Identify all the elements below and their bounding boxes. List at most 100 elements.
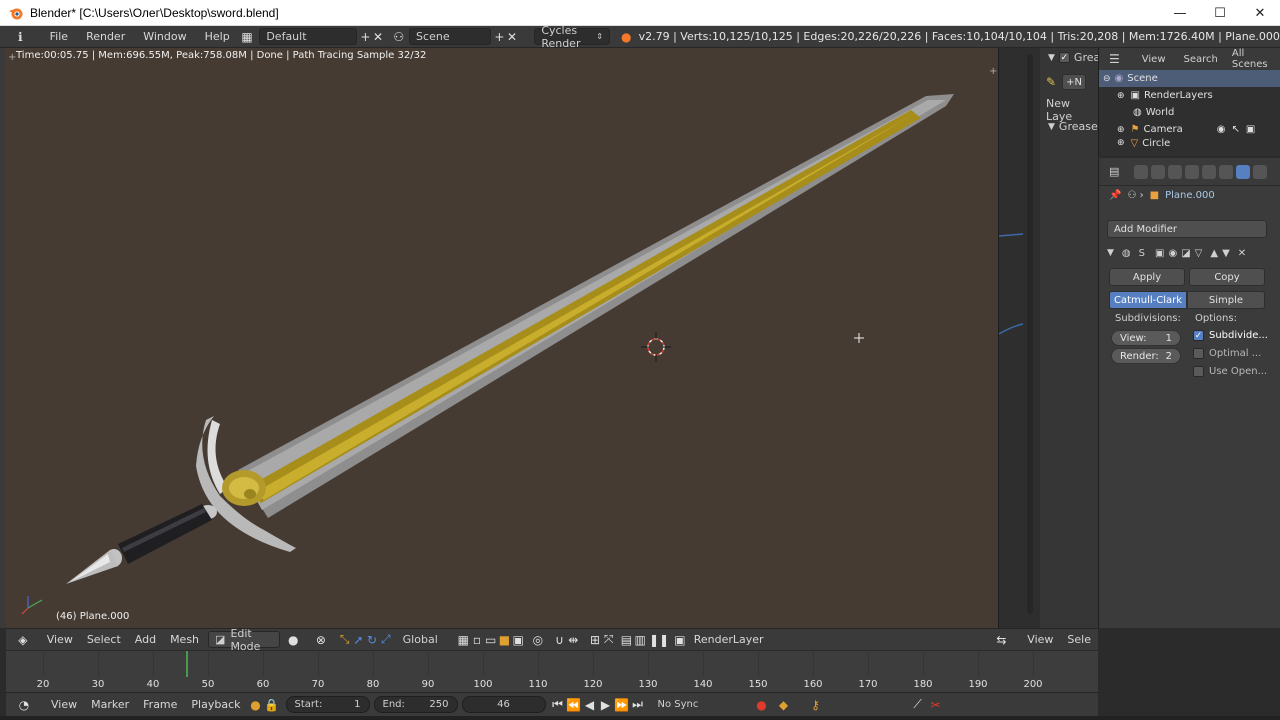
orientation-select[interactable]: Global — [396, 631, 447, 648]
outliner-item-renderlayers[interactable]: ⊕ ▣ RenderLayers — [1099, 87, 1280, 104]
vertical-scrollbar[interactable] — [1027, 54, 1033, 614]
3d-viewport[interactable]: Time:00:05.75 | Mem:696.55M, Peak:758.08… — [6, 48, 998, 628]
timeline-editor-icon[interactable]: ◔ — [16, 697, 32, 713]
snap-element-icon[interactable]: ⇹ — [566, 632, 580, 648]
menu-mesh[interactable]: Mesh — [163, 633, 206, 646]
pivot-point-icon[interactable]: ⊗ — [314, 632, 328, 648]
layers-icon[interactable]: ▦ — [456, 632, 470, 648]
render-engine-select[interactable]: Cycles Render ⇕ — [534, 24, 610, 50]
remove-modifier-icon[interactable]: ✕ — [1238, 248, 1246, 259]
edge-select-icon[interactable]: ▭ — [484, 632, 498, 648]
pencil-icon[interactable]: ✎ — [1046, 75, 1056, 89]
sync-mode-select[interactable]: No Sync — [649, 696, 740, 713]
expand-icon[interactable]: ⊕ — [1117, 138, 1125, 147]
jump-prev-keyframe-icon[interactable]: ⏪ — [566, 697, 582, 713]
clear-tool-icon[interactable]: ✂ — [928, 697, 944, 713]
render-tab-icon[interactable] — [1134, 164, 1149, 179]
menu-render[interactable]: Render — [77, 30, 134, 43]
data-tab-icon[interactable] — [1253, 164, 1268, 179]
jump-end-icon[interactable]: ⏭ — [630, 697, 646, 713]
record-icon[interactable]: ● — [754, 697, 770, 713]
info-editor-icon[interactable]: ℹ — [14, 29, 27, 45]
collapse-arrow-icon[interactable]: ▼ — [1048, 53, 1055, 63]
scene-icon[interactable]: ⚇ — [392, 29, 405, 45]
outliner-editor-icon[interactable]: ☰ — [1109, 52, 1120, 66]
grease-checkbox[interactable]: ✓ — [1058, 52, 1070, 63]
close-window-button[interactable]: ✕ — [1240, 0, 1280, 26]
viewport-shading-icon[interactable]: ● — [286, 632, 300, 648]
new-grease-button[interactable]: + N — [1062, 74, 1087, 90]
menu-window[interactable]: Window — [134, 30, 195, 43]
menu-view-right[interactable]: View — [1020, 633, 1060, 646]
timeline[interactable]: 20 30 40 50 60 70 80 90 100 110 120 130 140 150 160 170… — [6, 650, 1098, 692]
apply-button[interactable]: Apply — [1109, 268, 1185, 286]
menu-select[interactable]: Select — [80, 633, 128, 646]
catmull-clark-button[interactable]: Catmull-Clark — [1109, 291, 1187, 309]
scene-field[interactable]: Scene — [409, 28, 492, 45]
manipulator-icon[interactable]: ⤡ — [338, 632, 352, 648]
menu-add[interactable]: Add — [128, 633, 163, 646]
constraints-tab-icon[interactable] — [1219, 164, 1234, 179]
current-frame-field[interactable]: 46 — [461, 696, 546, 713]
face-select-icon[interactable]: ■ — [498, 632, 512, 648]
optimal-display-checkbox[interactable] — [1193, 348, 1204, 359]
add-screen-icon[interactable]: + — [359, 29, 372, 45]
lock-icon[interactable]: 🔒 — [264, 697, 280, 713]
modifier-name[interactable]: S — [1139, 248, 1145, 259]
pause-render-icon[interactable]: ❚❚ — [649, 632, 669, 648]
play-reverse-icon[interactable]: ◀ — [582, 697, 598, 713]
menu-help[interactable]: Help — [196, 30, 239, 43]
outliner-view-menu[interactable]: View — [1142, 54, 1166, 65]
add-modifier-button[interactable]: Add Modifier — [1107, 220, 1267, 238]
remove-screen-icon[interactable]: ✕ — [372, 29, 385, 45]
move-down-icon[interactable]: ▼ — [1222, 248, 1230, 259]
insert-keyframe-icon[interactable]: ⚷ — [808, 697, 824, 713]
grid-snap-icon[interactable]: ⊞ — [588, 632, 602, 648]
menu-file[interactable]: File — [41, 30, 77, 43]
preview-range-icon[interactable]: ● — [248, 697, 264, 713]
editor-type-icon[interactable]: ⇆ — [995, 632, 1009, 648]
snap-icon[interactable]: ∪ — [553, 632, 567, 648]
screen-layout-field[interactable]: Default — [259, 28, 358, 45]
jump-next-keyframe-icon[interactable]: ⏩ — [614, 697, 630, 713]
editmode-toggle-icon[interactable]: ◪ — [1181, 248, 1190, 259]
menu-marker[interactable]: Marker — [84, 698, 136, 711]
outliner-scope-select[interactable]: All Scenes — [1232, 48, 1280, 70]
render-layers-tab-icon[interactable] — [1151, 164, 1166, 179]
render-levels-field[interactable]: Render: 2 — [1111, 348, 1181, 364]
minimize-button[interactable]: — — [1160, 0, 1200, 26]
outliner-item-circle[interactable]: ⊕ ▽ Circle — [1099, 138, 1280, 147]
render-preview-icon[interactable]: ▤ — [620, 632, 634, 648]
scale-icon[interactable]: ⤢ — [379, 632, 393, 648]
expand-icon[interactable]: ⊖ — [1103, 74, 1111, 84]
modifiers-tab-icon[interactable] — [1236, 164, 1251, 179]
menu-select-right[interactable]: Sele — [1060, 633, 1098, 646]
world-tab-icon[interactable] — [1185, 164, 1200, 179]
brush-tool-icon[interactable]: ⟋ — [910, 697, 926, 713]
add-scene-icon[interactable]: + — [493, 29, 506, 45]
maximize-button[interactable]: ☐ — [1200, 0, 1240, 26]
visibility-eye-icon[interactable]: ◉ — [1217, 124, 1226, 135]
vertex-select-icon[interactable]: ▫ — [470, 632, 484, 648]
copy-button[interactable]: Copy — [1189, 268, 1265, 286]
outliner-item-scene[interactable]: ⊖ ◉ Scene — [1099, 70, 1280, 87]
play-icon[interactable]: ▶ — [598, 697, 614, 713]
rotate-icon[interactable]: ↻ — [365, 632, 379, 648]
render-layer-name[interactable]: RenderLayer — [687, 633, 771, 646]
simple-button[interactable]: Simple — [1187, 291, 1265, 309]
menu-playback[interactable]: Playback — [184, 698, 247, 711]
end-frame-field[interactable]: End: 250 — [373, 696, 458, 713]
screen-layout-icon[interactable]: ▦ — [241, 29, 254, 45]
menu-frame[interactable]: Frame — [136, 698, 184, 711]
collapse-arrow-icon[interactable]: ▼ — [1048, 122, 1055, 132]
mode-select[interactable]: ◪ Edit Mode — [208, 627, 281, 653]
subdivide-uvs-checkbox[interactable]: ✓ — [1193, 330, 1204, 341]
menu-view[interactable]: View — [40, 633, 80, 646]
jump-start-icon[interactable]: ⏮ — [550, 697, 566, 713]
move-up-icon[interactable]: ▲ — [1210, 248, 1218, 259]
keying-set-icon[interactable]: ◆ — [776, 697, 792, 713]
3d-view-editor-icon[interactable]: ◈ — [16, 632, 30, 648]
viewport-toggle-icon[interactable]: ◉ — [1168, 248, 1177, 259]
occlude-icon[interactable]: ▣ — [511, 632, 525, 648]
pin-icon[interactable]: 📌 — [1109, 190, 1121, 201]
